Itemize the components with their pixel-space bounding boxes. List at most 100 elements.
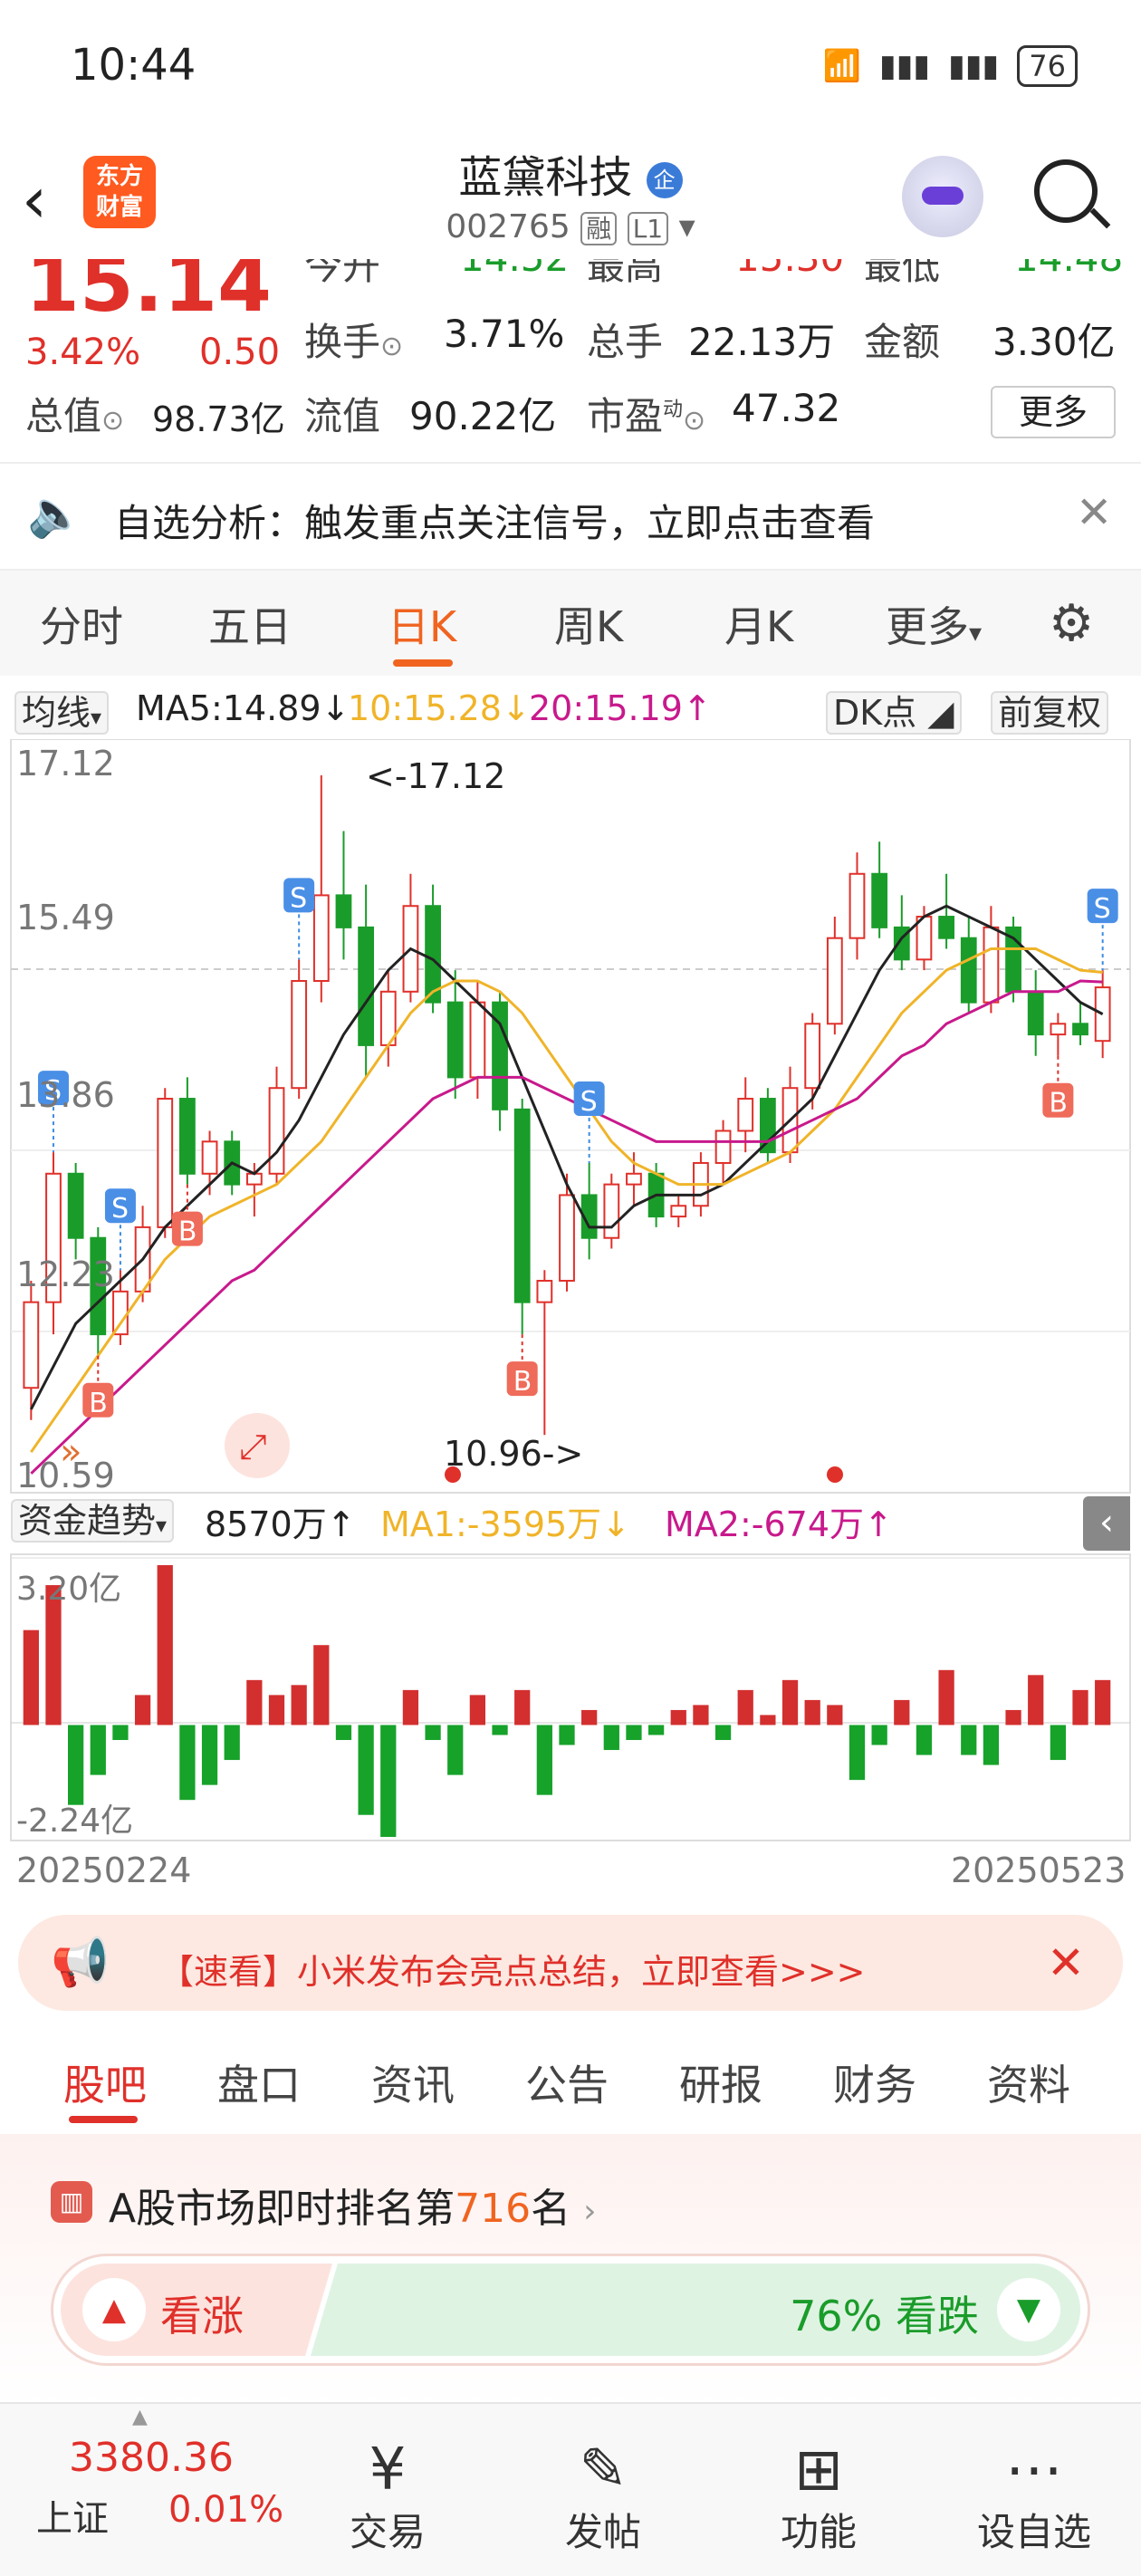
candle[interactable] xyxy=(23,1301,40,1389)
candle[interactable] xyxy=(603,1183,620,1239)
index-name[interactable]: 上证 xyxy=(36,2489,109,2542)
ma-selector[interactable]: 均线▾ xyxy=(14,685,110,735)
candle[interactable] xyxy=(179,1098,196,1175)
fund-bar[interactable] xyxy=(737,1689,753,1725)
tab-pankou[interactable]: 盘口 xyxy=(217,2052,301,2112)
close-icon[interactable]: ✕ xyxy=(1047,1937,1085,1989)
more-button[interactable]: 更多 xyxy=(991,386,1116,438)
candle[interactable] xyxy=(157,1098,174,1228)
fund-bar[interactable] xyxy=(224,1725,240,1761)
fund-bar[interactable] xyxy=(402,1689,419,1725)
fund-bar[interactable] xyxy=(157,1565,173,1725)
notice-text[interactable]: 自选分析：触发重点关注信号，立即点击查看 xyxy=(114,493,875,548)
banner-text[interactable]: 【速看】小米发布会亮点总结，立即查看>>> xyxy=(159,1944,866,1994)
candle[interactable] xyxy=(826,937,843,1025)
fund-bar[interactable] xyxy=(179,1725,196,1801)
tab-wuri[interactable]: 五日 xyxy=(208,594,292,654)
fund-bar[interactable] xyxy=(827,1705,843,1725)
candle[interactable] xyxy=(626,1172,642,1186)
sell-signal-marker[interactable]: S xyxy=(283,878,315,960)
adjust-button[interactable]: 前复权 xyxy=(991,685,1109,735)
vote-down-label[interactable]: 76% 看跌 xyxy=(790,2283,979,2343)
fund-bar[interactable] xyxy=(983,1725,1000,1765)
grid-icon[interactable]: ⊞ xyxy=(728,2437,909,2504)
candle[interactable] xyxy=(201,1140,218,1175)
fund-bar[interactable] xyxy=(1072,1689,1088,1725)
candle[interactable] xyxy=(1072,1023,1088,1036)
nav-function[interactable]: 功能 xyxy=(728,2502,909,2557)
tab-guba[interactable]: 股吧 xyxy=(63,2052,147,2112)
candle[interactable] xyxy=(312,894,330,982)
fund-bar[interactable] xyxy=(313,1645,330,1725)
fund-bar[interactable] xyxy=(849,1725,866,1781)
candle[interactable] xyxy=(268,1087,285,1175)
candle[interactable] xyxy=(536,1280,553,1303)
index-change[interactable]: 0.01% xyxy=(168,2489,283,2531)
collapse-panel-button[interactable]: ‹ xyxy=(1083,1496,1130,1551)
fund-bar[interactable] xyxy=(134,1695,151,1725)
buy-signal-marker[interactable]: B xyxy=(82,1355,114,1419)
fund-bar[interactable] xyxy=(514,1689,531,1725)
fund-bar[interactable] xyxy=(536,1725,552,1795)
fund-bar[interactable] xyxy=(469,1695,486,1725)
candle[interactable] xyxy=(112,1290,129,1336)
nav-add-watchlist[interactable]: 设自选 xyxy=(944,2502,1125,2557)
rank-text[interactable]: A股市场即时排名第716名 › xyxy=(109,2176,597,2234)
tab-caiwu[interactable]: 财务 xyxy=(833,2052,916,2112)
fund-bar[interactable] xyxy=(1050,1725,1066,1761)
candle[interactable] xyxy=(960,937,977,1004)
candle[interactable] xyxy=(804,1023,821,1090)
tab-more[interactable]: 更多▾ xyxy=(886,594,982,654)
fund-bar[interactable] xyxy=(938,1669,954,1725)
fund-bar[interactable] xyxy=(268,1695,285,1725)
fund-trend-selector[interactable]: 资金趋势▾ xyxy=(11,1493,175,1543)
fund-bar[interactable] xyxy=(871,1725,887,1745)
buy-signal-marker[interactable]: B xyxy=(1042,1055,1074,1120)
tab-gonggao[interactable]: 公告 xyxy=(525,2052,609,2112)
fund-bar[interactable] xyxy=(670,1709,686,1725)
candle[interactable] xyxy=(1050,1023,1067,1036)
tab-fenshi[interactable]: 分时 xyxy=(40,594,123,654)
event-dot[interactable] xyxy=(445,1466,461,1483)
candle[interactable] xyxy=(849,872,866,939)
nav-trade[interactable]: 交易 xyxy=(297,2502,478,2557)
vote-up-label[interactable]: 看涨 xyxy=(160,2283,244,2343)
fund-bar[interactable] xyxy=(647,1725,665,1735)
candle[interactable] xyxy=(759,1098,776,1154)
fund-bar[interactable] xyxy=(246,1679,263,1725)
fund-bar[interactable] xyxy=(380,1725,397,1837)
candle[interactable] xyxy=(335,894,352,928)
fund-bar[interactable] xyxy=(714,1725,732,1741)
candle[interactable] xyxy=(1094,986,1111,1043)
fund-bar[interactable] xyxy=(358,1725,374,1815)
fund-bar[interactable] xyxy=(90,1725,106,1775)
fund-bar[interactable] xyxy=(23,1629,39,1725)
candle[interactable] xyxy=(513,1108,531,1303)
double-chevron-icon[interactable]: » xyxy=(60,1431,82,1473)
tab-rik[interactable]: 日K xyxy=(388,594,456,654)
fund-bar[interactable] xyxy=(1095,1679,1111,1725)
buy-signal-marker[interactable]: B xyxy=(506,1334,538,1398)
candle[interactable] xyxy=(559,1194,575,1283)
sell-signal-marker[interactable]: S xyxy=(1087,889,1118,971)
fund-bar[interactable] xyxy=(201,1725,218,1785)
fund-bar[interactable] xyxy=(291,1685,307,1725)
fund-bar[interactable] xyxy=(626,1725,642,1741)
index-value[interactable]: 3380.36 xyxy=(69,2435,234,2481)
fund-bar[interactable] xyxy=(693,1705,709,1725)
gear-icon[interactable]: ⚙ xyxy=(1049,594,1094,653)
candle[interactable] xyxy=(245,1172,263,1186)
more-dots-icon[interactable]: ⋯ xyxy=(944,2437,1125,2504)
candle[interactable] xyxy=(469,1001,486,1079)
close-icon[interactable]: ✕ xyxy=(1076,487,1112,538)
candle[interactable] xyxy=(670,1205,687,1218)
candle[interactable] xyxy=(1027,990,1044,1036)
fund-bar[interactable] xyxy=(1028,1675,1044,1725)
triangle-up-icon[interactable]: ▲ xyxy=(82,2278,146,2341)
fund-bar[interactable] xyxy=(1005,1709,1021,1725)
fund-bar[interactable] xyxy=(559,1725,575,1745)
fund-bar[interactable] xyxy=(492,1725,508,1735)
tab-yanbao[interactable]: 研报 xyxy=(679,2052,762,2112)
triangle-down-icon[interactable]: ▼ xyxy=(997,2278,1060,2341)
tab-zixun[interactable]: 资讯 xyxy=(371,2052,455,2112)
